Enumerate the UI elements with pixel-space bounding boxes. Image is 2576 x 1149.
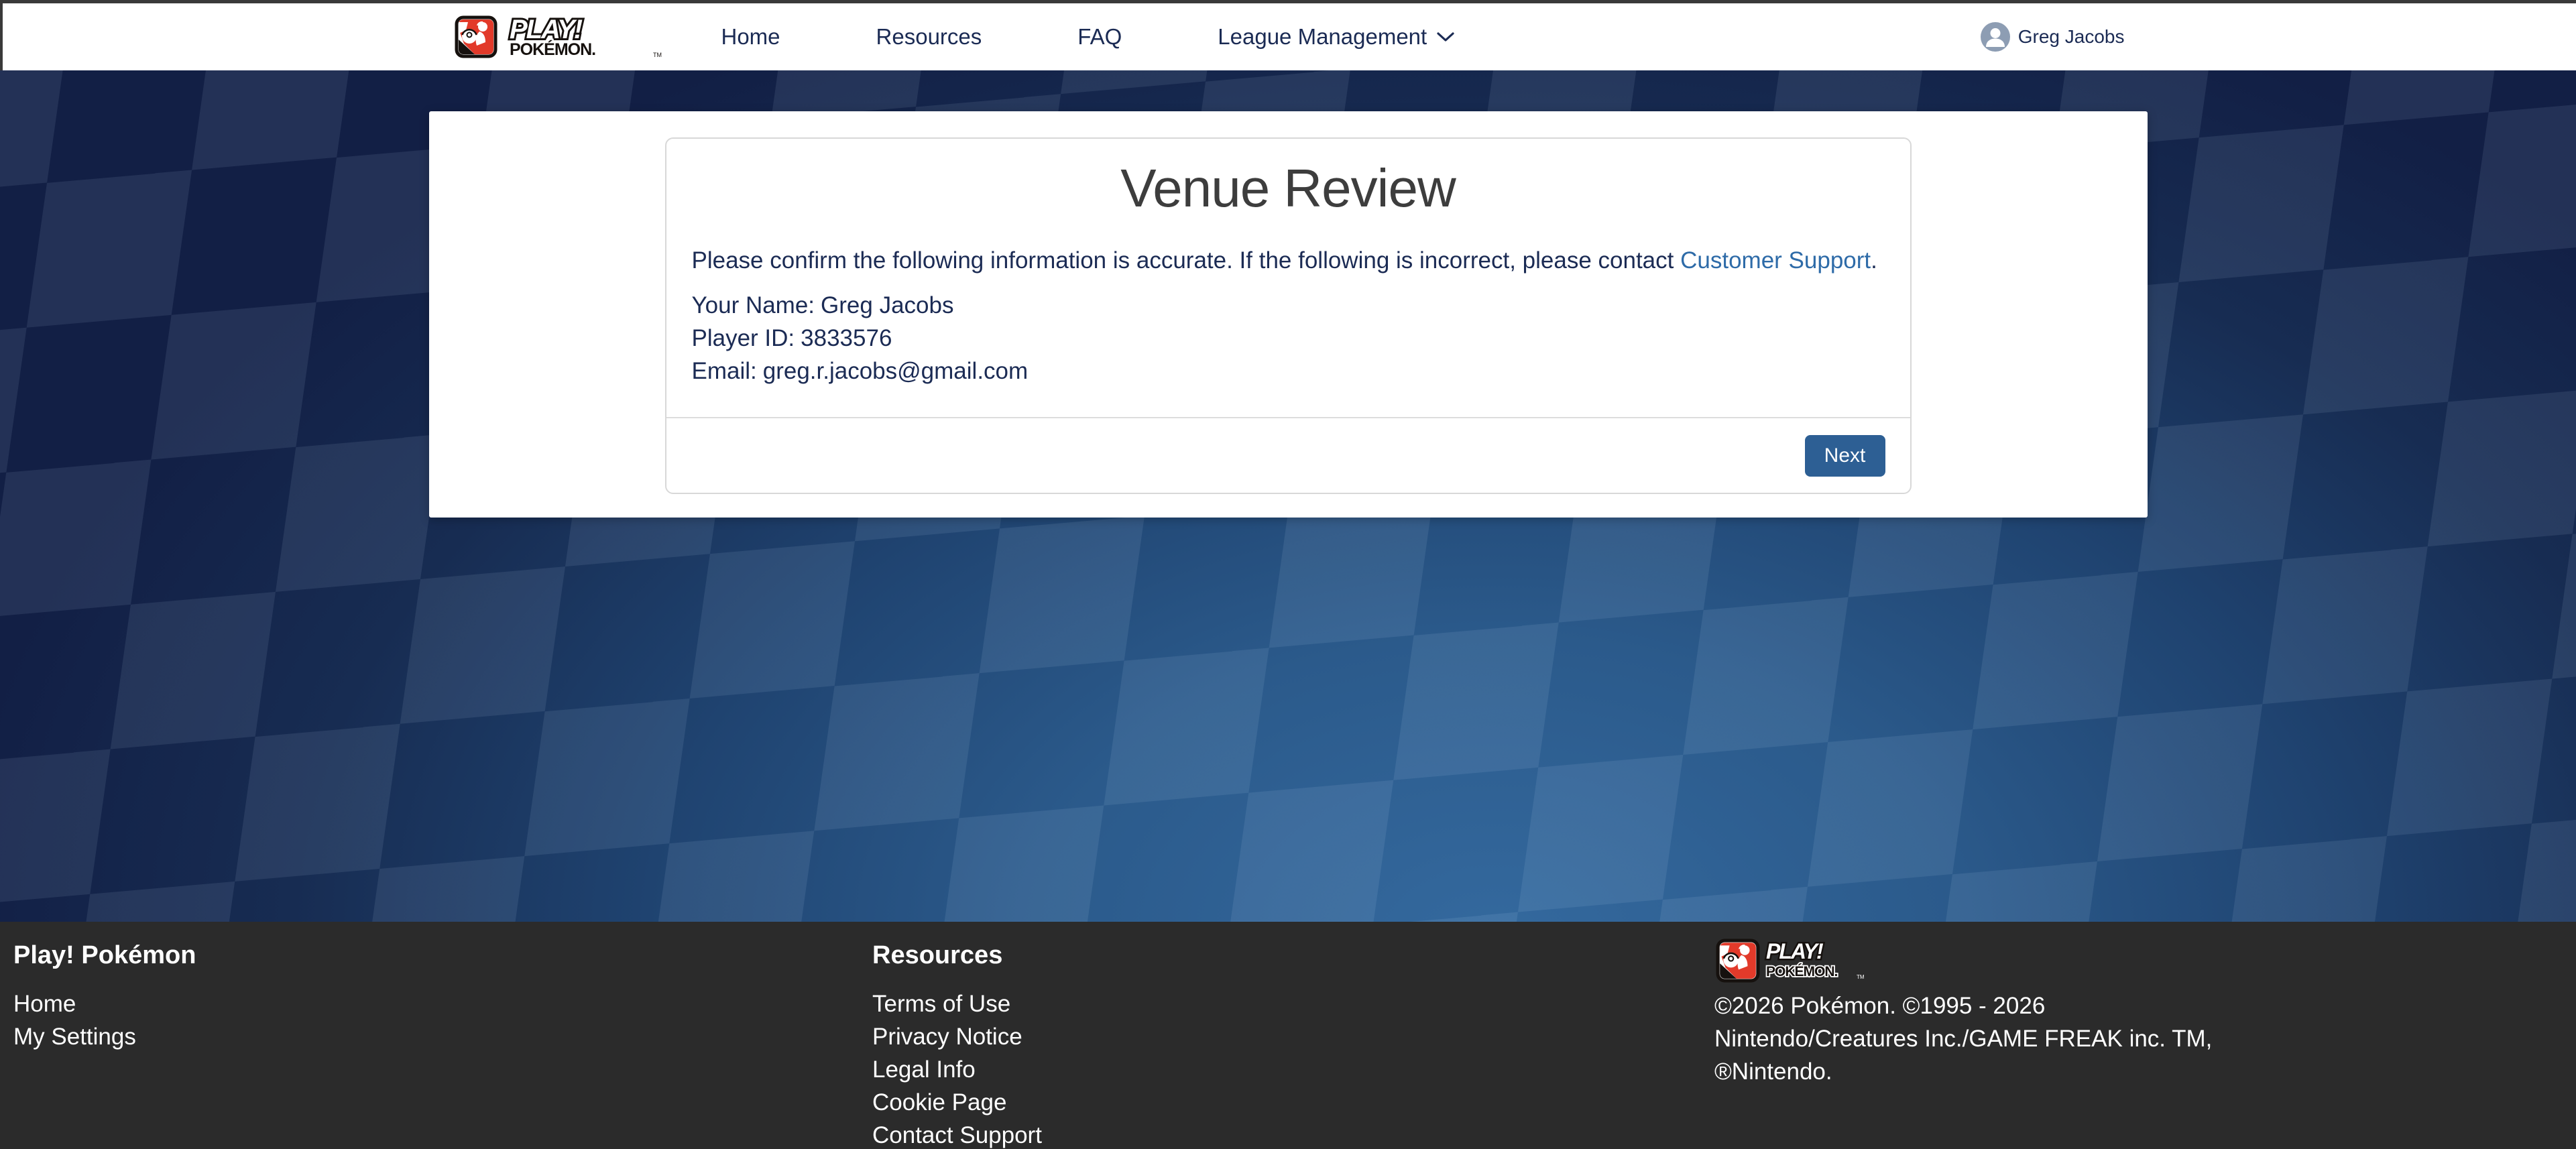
player-email-value: greg.r.jacobs@gmail.com [763, 358, 1028, 384]
player-id-label: Player ID: [692, 325, 795, 351]
footer-link-privacy-notice[interactable]: Privacy Notice [872, 1020, 1042, 1053]
footer-heading-play-pokemon: Play! Pokémon [13, 941, 196, 970]
logo-play-text: PLAY! [1766, 939, 1824, 963]
nav-item-home[interactable]: Home [721, 24, 780, 50]
footer-links-resources: Terms of Use Privacy Notice Legal Info C… [872, 987, 1042, 1149]
player-info-block: Your Name:Greg Jacobs Player ID:3833576 … [692, 289, 1885, 387]
footer-link-my-settings[interactable]: My Settings [13, 1020, 196, 1053]
play-pokemon-logo-wordmark: PLAY! POKÉMON. TM [1764, 939, 1865, 983]
top-nav-inner: PLAY! POKÉMON. TM Home Resources FAQ Lea… [430, 3, 2149, 70]
panel-footer: Next [666, 417, 1910, 493]
logo-pokemon-text: POKÉMON. [1766, 964, 1838, 979]
footer-column-play-pokemon: Play! Pokémon Home My Settings [13, 922, 196, 1053]
customer-support-link[interactable]: Customer Support [1680, 247, 1871, 274]
page-title: Venue Review [666, 158, 1910, 219]
panel-body: Please confirm the following information… [666, 246, 1910, 387]
copyright-line-2: Nintendo/Creatures Inc./GAME FREAK inc. … [1714, 1022, 2212, 1055]
nav-item-resources[interactable]: Resources [876, 24, 982, 50]
player-name-label: Your Name: [692, 292, 815, 318]
player-name-value: Greg Jacobs [821, 292, 953, 318]
main-nav: Home Resources FAQ League Management [721, 24, 1456, 50]
copyright-line-3: ®Nintendo. [1714, 1055, 2212, 1088]
page: PLAY! POKÉMON. TM Home Resources FAQ Lea… [0, 0, 2576, 1149]
copyright-block: ©2026 Pokémon. ©1995 - 2026 Nintendo/Cre… [1714, 989, 2212, 1088]
venue-review-panel: Venue Review Please confirm the followin… [665, 137, 1912, 494]
footer-link-cookie-page[interactable]: Cookie Page [872, 1086, 1042, 1119]
footer-links-play-pokemon: Home My Settings [13, 987, 196, 1053]
main-content: Venue Review Please confirm the followin… [0, 70, 2576, 922]
user-menu[interactable]: Greg Jacobs [1981, 22, 2125, 52]
chevron-down-icon [1436, 31, 1455, 43]
venue-review-card: Venue Review Please confirm the followin… [429, 111, 2148, 518]
top-nav: PLAY! POKÉMON. TM Home Resources FAQ Lea… [0, 3, 2576, 70]
confirm-instructions-text: Please confirm the following information… [692, 247, 1681, 274]
site-footer: Play! Pokémon Home My Settings Resources… [0, 922, 2576, 1149]
player-email-row: Email:greg.r.jacobs@gmail.com [692, 355, 1885, 387]
player-name-row: Your Name:Greg Jacobs [692, 289, 1885, 322]
confirm-instructions: Please confirm the following information… [692, 246, 1885, 276]
play-pokemon-logo-wordmark: PLAY! POKÉMON. TM [507, 15, 662, 58]
confirm-instructions-period: . [1871, 247, 1877, 274]
play-pokemon-logo-icon [1714, 939, 1761, 983]
logo-tm-text: TM [653, 52, 662, 58]
play-pokemon-logo[interactable]: PLAY! POKÉMON. TM [455, 15, 662, 58]
copyright-line-1: ©2026 Pokémon. ©1995 - 2026 [1714, 989, 2212, 1022]
logo-tm-text: TM [1857, 974, 1865, 980]
play-pokemon-logo-icon [455, 15, 497, 58]
nav-item-league-management[interactable]: League Management [1218, 24, 1455, 50]
player-email-label: Email: [692, 358, 757, 384]
footer-link-terms-of-use[interactable]: Terms of Use [872, 987, 1042, 1020]
next-button[interactable]: Next [1805, 435, 1885, 477]
footer-link-legal-info[interactable]: Legal Info [872, 1053, 1042, 1086]
player-id-value: 3833576 [801, 325, 892, 351]
footer-column-legal: PLAY! POKÉMON. TM ©2026 Pokémon. ©1995 -… [1714, 922, 2212, 1088]
footer-link-contact-support[interactable]: Contact Support [872, 1119, 1042, 1149]
logo-pokemon-text: POKÉMON. [510, 40, 595, 58]
footer-column-resources: Resources Terms of Use Privacy Notice Le… [872, 922, 1042, 1149]
nav-item-faq[interactable]: FAQ [1077, 24, 1122, 50]
nav-item-league-management-label: League Management [1218, 24, 1427, 50]
player-id-row: Player ID:3833576 [692, 322, 1885, 355]
user-name: Greg Jacobs [2018, 26, 2125, 48]
avatar-icon [1981, 22, 2010, 52]
footer-link-home[interactable]: Home [13, 987, 196, 1020]
footer-logo: PLAY! POKÉMON. TM [1714, 939, 2212, 983]
footer-heading-resources: Resources [872, 941, 1042, 970]
